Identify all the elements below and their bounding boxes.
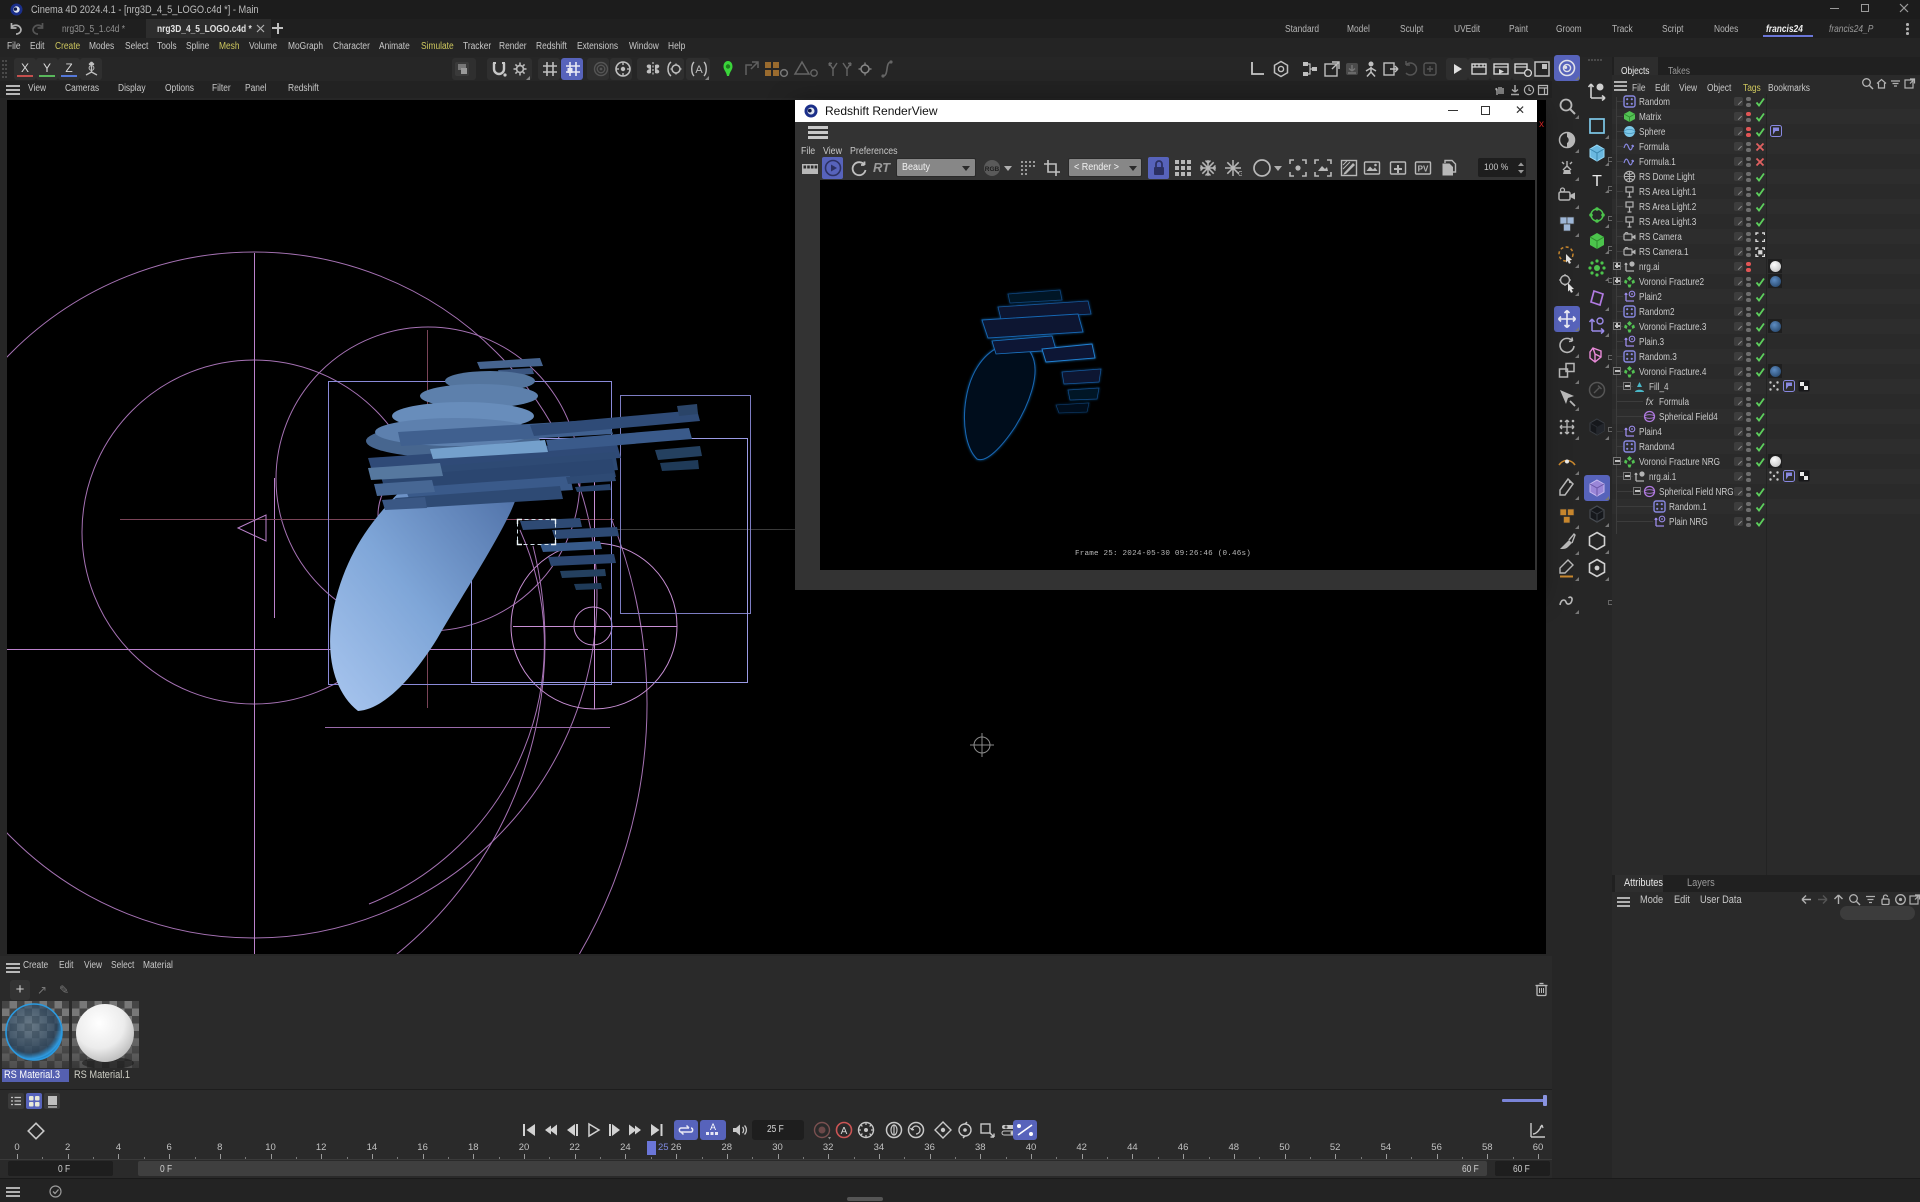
svg-text:A: A — [841, 1126, 848, 1137]
svg-text:PV: PV — [1418, 165, 1429, 174]
svg-text:Frame 25: 2024-05-30 09:26:46: Frame 25: 2024-05-30 09:26:46 (0.46s) — [1075, 550, 1251, 558]
svg-text:A: A — [710, 1122, 716, 1132]
svg-text:T: T — [1592, 173, 1602, 190]
svg-text:RGB: RGB — [985, 166, 1000, 173]
svg-text:G: G — [1238, 171, 1242, 177]
svg-text:fx: fx — [1646, 397, 1655, 408]
svg-text:A: A — [695, 64, 703, 76]
